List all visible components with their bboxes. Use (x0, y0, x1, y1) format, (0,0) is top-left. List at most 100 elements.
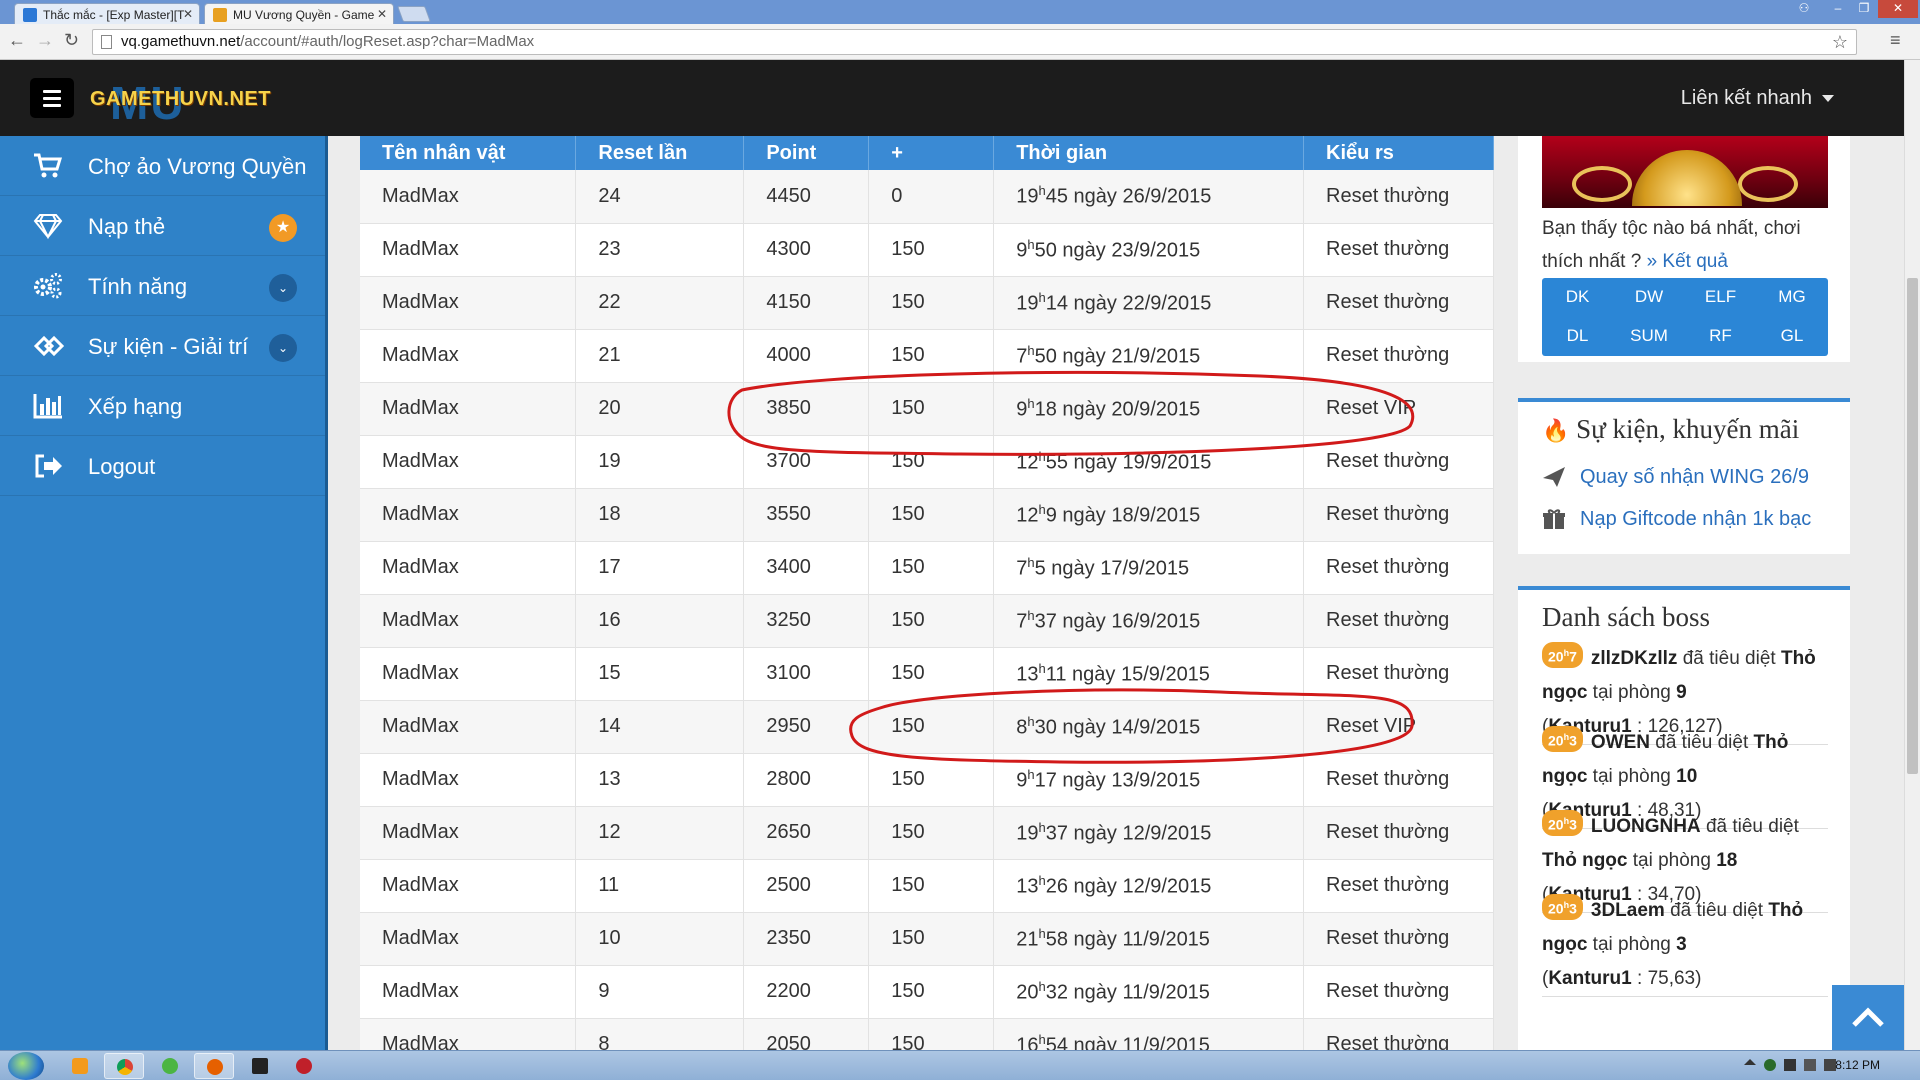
boss-killer-name[interactable]: zllzDKzllz (1591, 648, 1678, 669)
cell-time: 9h18 ngày 20/9/2015 (993, 382, 1305, 436)
event-link-giftcode[interactable]: Nạp Giftcode nhận 1k bạc (1580, 508, 1811, 531)
firefox-icon[interactable] (194, 1053, 234, 1079)
class-button-sum[interactable]: SUM (1614, 317, 1685, 355)
cell-plus: 150 (868, 965, 995, 1019)
volume-icon[interactable] (1784, 1059, 1796, 1071)
cell-reset: 17 (575, 541, 745, 595)
class-button-rf[interactable]: RF (1685, 317, 1756, 355)
browser-tab-0[interactable]: Thắc mắc - [Exp Master][T ✕ (14, 3, 200, 24)
tab-close-icon[interactable]: ✕ (377, 7, 387, 21)
table-row: MadMax 9 2200 150 20h32 ngày 11/9/2015 Reset … (360, 965, 1494, 1019)
boss-name: Thỏ ngọc (1542, 850, 1628, 871)
time-minute: 14 (1045, 292, 1068, 315)
class-button-dl[interactable]: DL (1542, 317, 1613, 355)
app-green-icon[interactable] (150, 1053, 190, 1079)
taskbar-clock[interactable]: 8:12 PM (1835, 1058, 1880, 1072)
boss-at: tại phòng (1592, 766, 1671, 787)
class-button-elf[interactable]: ELF (1685, 278, 1756, 316)
boss-killer-name[interactable]: 3DLaem (1591, 900, 1665, 921)
sidebar-item-market[interactable]: Chợ ảo Vương Quyền (0, 136, 325, 196)
cell-type: Reset thường (1303, 965, 1494, 1019)
close-window-button[interactable]: ✕ (1878, 0, 1918, 18)
class-button-dw[interactable]: DW (1614, 278, 1685, 316)
boss-killer-name[interactable]: OWEN (1591, 732, 1650, 753)
cell-name: MadMax (360, 329, 577, 383)
sidebar-item-features[interactable]: Tính năng ⌄ (0, 256, 325, 316)
cell-name: MadMax (360, 912, 577, 966)
back-to-top-button[interactable] (1832, 985, 1904, 1050)
sidebar-item-events[interactable]: Sự kiện - Giải trí ⌄ (0, 316, 325, 376)
time-date: ngày 11/9/2015 (1073, 981, 1210, 1004)
browser-tab-title: Thắc mắc - [Exp Master][T (43, 8, 185, 22)
time-date: ngày 26/9/2015 (1073, 186, 1212, 209)
table-row: MadMax 23 4300 150 9h50 ngày 23/9/2015 Reset … (360, 223, 1494, 277)
address-bar[interactable]: vq.gamethuvn.net/account/#auth/logReset.… (92, 29, 1857, 55)
hour-suffix: h (1027, 766, 1035, 782)
time-date: ngày 22/9/2015 (1073, 292, 1212, 315)
class-button-mg[interactable]: MG (1757, 278, 1828, 316)
browser-tab-1[interactable]: MU Vương Quyền - Game ✕ (204, 3, 394, 24)
cell-reset: 10 (575, 912, 745, 966)
time-minute: 37 (1034, 610, 1057, 633)
time-hour: 9 (1016, 769, 1028, 792)
tray-app-icon[interactable] (1764, 1059, 1776, 1071)
site-logo[interactable]: MU GAMETHUVN.NET (90, 77, 270, 129)
hamburger-menu-button[interactable] (30, 78, 74, 118)
cell-point: 2650 (743, 806, 870, 860)
cell-reset: 8 (575, 1018, 745, 1050)
network-icon[interactable] (1824, 1059, 1836, 1071)
new-tab-button[interactable] (397, 6, 431, 22)
app-red-icon[interactable] (284, 1053, 324, 1079)
cell-point: 3250 (743, 594, 870, 648)
bookmark-star-icon[interactable]: ☆ (1832, 30, 1848, 54)
boss-room: 9 (1676, 682, 1687, 703)
minimize-button[interactable]: ‒ (1826, 0, 1850, 18)
page-scrollbar[interactable] (1904, 60, 1920, 1050)
sidebar-item-ranking[interactable]: Xếp hạng (0, 376, 325, 436)
column-header-time[interactable]: Thời gian (993, 136, 1305, 170)
boss-killer-name[interactable]: LUONGNHA (1591, 816, 1701, 837)
chrome-icon[interactable] (104, 1053, 144, 1079)
forward-arrow-icon[interactable]: → (36, 30, 54, 51)
cell-reset: 24 (575, 170, 745, 224)
column-header-point[interactable]: Point (743, 136, 870, 170)
tab-close-icon[interactable]: ✕ (183, 7, 193, 21)
star-badge-icon: ★ (269, 214, 297, 242)
sidebar-item-topup[interactable]: Nạp thẻ ★ (0, 196, 325, 256)
column-header-reset[interactable]: Reset lần (575, 136, 745, 170)
chrome-menu-icon[interactable]: ≡ (1890, 30, 1901, 51)
tray-expand-icon[interactable] (1744, 1059, 1756, 1065)
reload-icon[interactable]: ↻ (64, 30, 79, 51)
time-minute: 9 (1045, 504, 1057, 527)
event-link-wing[interactable]: Quay số nhận WING 26/9 (1580, 466, 1809, 489)
restore-button[interactable]: ❐ (1852, 0, 1876, 18)
cell-name: MadMax (360, 806, 577, 860)
time-date: ngày 19/9/2015 (1073, 451, 1212, 474)
cell-time: 12h9 ngày 18/9/2015 (993, 488, 1305, 542)
flag-icon[interactable] (1804, 1059, 1816, 1071)
class-button-dk[interactable]: DK (1542, 278, 1613, 316)
time-minute: 5 (1034, 557, 1046, 580)
table-row: MadMax 11 2500 150 13h26 ngày 12/9/2015 Reset… (360, 859, 1494, 913)
cell-time: 12h55 ngày 19/9/2015 (993, 435, 1305, 489)
scrollbar-thumb[interactable] (1907, 278, 1918, 774)
column-header-plus[interactable]: + (868, 136, 995, 170)
column-header-name[interactable]: Tên nhân vật (360, 136, 577, 170)
class-button-gl[interactable]: GL (1757, 317, 1828, 355)
start-button[interactable] (8, 1052, 44, 1080)
media-player-icon[interactable] (60, 1053, 100, 1079)
fire-icon: 🔥 (1542, 418, 1570, 443)
vote-result-link[interactable]: » Kết quả (1647, 251, 1728, 272)
quick-links-dropdown[interactable]: Liên kết nhanh (1681, 87, 1834, 110)
cell-type: Reset thường (1303, 329, 1494, 383)
events-panel-title: 🔥 Sự kiện, khuyến mãi (1542, 414, 1799, 445)
cell-time: 13h11 ngày 15/9/2015 (993, 647, 1305, 701)
column-header-type[interactable]: Kiểu rs (1303, 136, 1494, 170)
cell-name: MadMax (360, 700, 577, 754)
table-row: MadMax 24 4450 0 19h45 ngày 26/9/2015 Reset t… (360, 170, 1494, 224)
app-dark-icon[interactable] (240, 1053, 280, 1079)
right-column: Bạn thấy tộc nào bá nhất, chơi thích nhấ… (1518, 136, 1850, 1050)
sidebar-item-logout[interactable]: Logout (0, 436, 325, 496)
back-arrow-icon[interactable]: ← (8, 30, 26, 51)
user-icon[interactable]: ⚇ (1792, 0, 1816, 18)
